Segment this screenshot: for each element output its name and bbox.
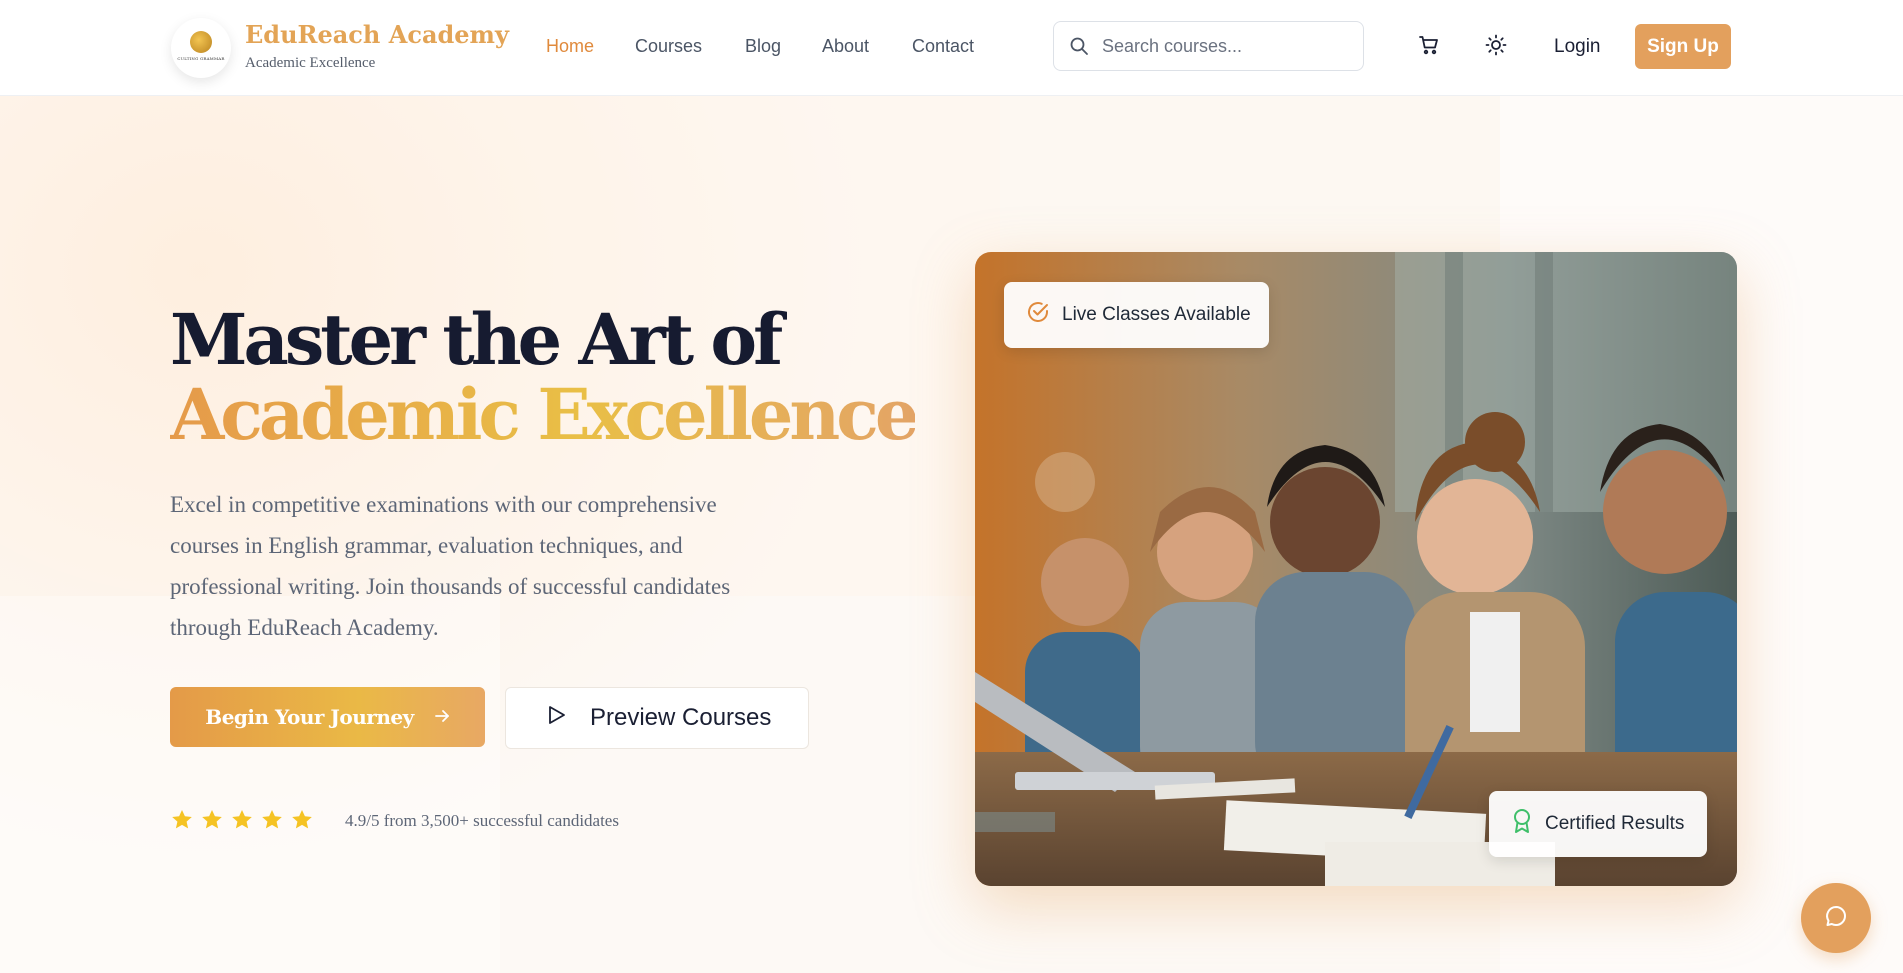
star-icon: [172, 810, 192, 829]
preview-courses-button[interactable]: Preview Courses: [505, 687, 809, 749]
nav-item-blog[interactable]: Blog: [745, 36, 781, 57]
nav-item-courses[interactable]: Courses: [635, 36, 702, 57]
cart-icon[interactable]: [1417, 33, 1443, 59]
chat-bubble-icon: [1824, 904, 1848, 933]
sun-icon[interactable]: [1484, 33, 1510, 59]
search-icon: [1069, 36, 1089, 61]
brand-tagline: Academic Excellence: [245, 55, 376, 71]
hero-description: Excel in competitive examinations with o…: [170, 492, 731, 640]
site-header: CULTING GRAMMAR EduReach Academy Academi…: [0, 0, 1903, 96]
logo-text: CULTING GRAMMAR: [177, 55, 225, 61]
begin-journey-label: Begin Your Journey: [205, 705, 414, 729]
star-icon: [262, 810, 282, 829]
certified-results-badge: Certified Results: [1489, 791, 1707, 857]
live-classes-badge: Live Classes Available: [1004, 282, 1269, 348]
hero-title-line1: Master the Art of: [170, 298, 783, 381]
nav-item-home[interactable]: Home: [546, 36, 594, 57]
nav-item-about[interactable]: About: [822, 36, 869, 57]
arrow-right-icon: [434, 705, 450, 729]
chat-button[interactable]: [1801, 883, 1871, 953]
signup-button[interactable]: Sign Up: [1635, 24, 1731, 69]
brand-name[interactable]: EduReach Academy: [245, 20, 509, 49]
award-icon: [1511, 808, 1533, 840]
certified-results-label: Certified Results: [1545, 813, 1685, 834]
live-classes-label: Live Classes Available: [1062, 304, 1251, 325]
login-link[interactable]: Login: [1554, 36, 1601, 58]
rating-stars: [170, 808, 314, 832]
preview-courses-label: Preview Courses: [590, 704, 772, 731]
nav-item-contact[interactable]: Contact: [912, 36, 974, 57]
star-icon: [202, 810, 222, 829]
star-icon: [232, 810, 252, 829]
begin-journey-button[interactable]: Begin Your Journey: [170, 687, 485, 747]
hero-title-line2: Academic Excellence: [170, 373, 919, 456]
logo[interactable]: CULTING GRAMMAR: [171, 18, 231, 78]
globe-icon: [190, 30, 212, 53]
check-circle-icon: [1026, 300, 1050, 330]
star-icon: [292, 810, 312, 829]
hero-background-panel: [0, 596, 500, 973]
rating-text: 4.9/5 from 3,500+ successful candidates: [345, 811, 619, 830]
play-icon: [548, 704, 566, 732]
search-box: [1053, 21, 1364, 71]
search-input[interactable]: [1102, 22, 1352, 70]
